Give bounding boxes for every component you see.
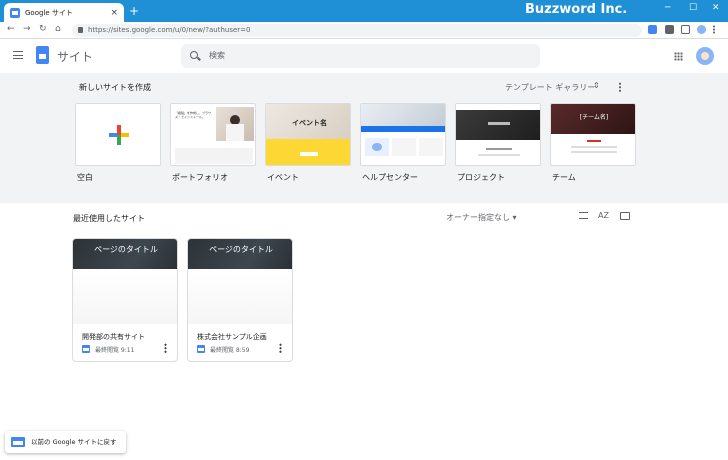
template-team[interactable]: [チーム名]: [550, 103, 636, 166]
event-thumb-title: イベント名: [292, 119, 327, 127]
home-button[interactable]: ⌂: [55, 24, 61, 34]
new-tab-button[interactable]: +: [129, 4, 139, 18]
portfolio-photo: [216, 107, 254, 141]
sidepanel-icon[interactable]: [681, 25, 690, 34]
project-text-line: [486, 148, 512, 150]
list-view-icon[interactable]: [579, 212, 588, 219]
template-label-event: イベント: [267, 173, 299, 182]
extension-icon[interactable]: [648, 25, 657, 34]
help-blue-band: [361, 126, 445, 132]
legacy-sites-icon: [11, 437, 25, 447]
template-gallery-button[interactable]: テンプレート ギャラリー: [505, 82, 595, 93]
apps-grid-icon[interactable]: [674, 52, 683, 61]
app-title[interactable]: サイト: [57, 48, 93, 65]
url-text: https://sites.google.com/u/0/new/?authus…: [88, 26, 251, 34]
site-preview: [188, 269, 292, 324]
team-accent-line: [587, 140, 601, 142]
help-photo: [361, 104, 445, 126]
project-dark-banner: [456, 110, 540, 140]
template-label-portfolio: ポートフォリオ: [172, 173, 228, 182]
site-card[interactable]: ページのタイトル 開発部の共有サイト 最終閲覧 9:11: [72, 238, 178, 362]
reload-button[interactable]: ↻: [39, 24, 47, 34]
help-card-2: [392, 138, 416, 156]
template-blank[interactable]: [75, 103, 161, 166]
create-site-heading: 新しいサイトを作成: [79, 83, 151, 92]
event-yellow-band: [266, 139, 350, 165]
search-placeholder: 検索: [209, 51, 225, 60]
help-card: [365, 138, 389, 156]
template-event[interactable]: イベント名: [265, 103, 351, 166]
team-text-line-2: [571, 151, 617, 153]
template-label-project: プロジェクト: [457, 173, 505, 182]
tab-title: Google サイト: [25, 8, 73, 17]
plus-icon-vertical: [117, 125, 121, 145]
team-text-line: [571, 146, 617, 148]
site-banner: ページのタイトル: [73, 239, 177, 269]
brand-watermark: Buzzword Inc.: [525, 2, 628, 17]
address-bar-row: ← → ↻ ⌂ https://sites.google.com/u/0/new…: [0, 22, 728, 39]
template-label-blank: 空白: [77, 173, 93, 182]
site-preview: [73, 269, 177, 324]
site-banner-title: ページのタイトル: [94, 245, 158, 254]
template-project[interactable]: [455, 103, 541, 166]
tab-close-icon[interactable]: ×: [110, 8, 118, 18]
hamburger-menu-icon[interactable]: [13, 51, 23, 59]
sites-logo-icon[interactable]: [36, 46, 49, 64]
search-icon: [190, 51, 198, 59]
more-options-icon[interactable]: [164, 343, 167, 353]
forward-button[interactable]: →: [23, 24, 31, 34]
url-field[interactable]: https://sites.google.com/u/0/new/?authus…: [72, 24, 642, 37]
maximize-button[interactable]: ☐: [689, 3, 697, 13]
template-label-team: チーム: [552, 173, 576, 182]
browser-title-bar: Google サイト × + Buzzword Inc. ─ ☐ ✕: [0, 0, 728, 22]
avatar[interactable]: [696, 47, 714, 65]
team-banner: [チーム名]: [551, 104, 635, 134]
site-name: 開発部の共有サイト: [82, 333, 145, 341]
close-window-button[interactable]: ✕: [712, 3, 720, 13]
template-label-help-center: ヘルプセンター: [362, 173, 418, 182]
recent-sites-heading: 最近使用したサイト: [73, 214, 145, 223]
template-help-center[interactable]: [360, 103, 446, 166]
site-banner: ページのタイトル: [188, 239, 292, 269]
more-options-icon[interactable]: [279, 343, 282, 353]
sort-az-icon[interactable]: AZ: [598, 211, 609, 220]
profile-icon[interactable]: [697, 25, 706, 34]
back-button[interactable]: ←: [7, 24, 15, 34]
browser-menu-icon[interactable]: [713, 25, 715, 34]
owner-filter-label: オーナー指定なし: [446, 213, 510, 222]
site-last-opened: 最終閲覧 8:59: [210, 347, 250, 354]
help-card-3: [419, 138, 443, 156]
legacy-sites-button[interactable]: 以前の Google サイトに戻す: [5, 431, 126, 453]
project-text-line-2: [478, 154, 520, 156]
team-thumb-title: [チーム名]: [579, 114, 609, 121]
portfolio-footer: [175, 148, 253, 164]
legacy-sites-label: 以前の Google サイトに戻す: [31, 438, 117, 446]
event-photo: イベント名: [266, 104, 350, 139]
template-portfolio[interactable]: 「複製」を作成し、ブラウズ・でインストール。: [170, 103, 256, 166]
sites-favicon-icon: [10, 7, 20, 18]
more-options-icon[interactable]: [619, 82, 621, 92]
site-card[interactable]: ページのタイトル 株式会社サンプル企画 最終閲覧 8:59: [187, 238, 293, 362]
search-input[interactable]: 検索: [181, 44, 540, 68]
sites-file-icon: [197, 345, 205, 353]
browser-tab[interactable]: Google サイト ×: [4, 3, 124, 22]
minimize-button[interactable]: ─: [665, 3, 670, 13]
portfolio-thumb-text: 「複製」を作成し、ブラウズ・でインストール。: [175, 111, 212, 119]
app-header: サイト 検索: [0, 39, 728, 73]
site-name: 株式会社サンプル企画: [197, 333, 267, 341]
sites-file-icon: [82, 345, 90, 353]
site-banner-title: ページのタイトル: [209, 245, 273, 254]
puzzle-icon[interactable]: [665, 25, 674, 34]
unfold-icon[interactable]: ⇕: [593, 81, 600, 90]
template-section: 新しいサイトを作成 テンプレート ギャラリー ⇕ 空白 「複製」を作成し、ブラウ…: [0, 73, 728, 203]
lock-icon: [78, 27, 83, 33]
owner-filter-dropdown[interactable]: オーナー指定なし ▾: [446, 212, 517, 223]
folder-icon[interactable]: [620, 212, 630, 220]
site-last-opened: 最終閲覧 9:11: [95, 347, 135, 354]
